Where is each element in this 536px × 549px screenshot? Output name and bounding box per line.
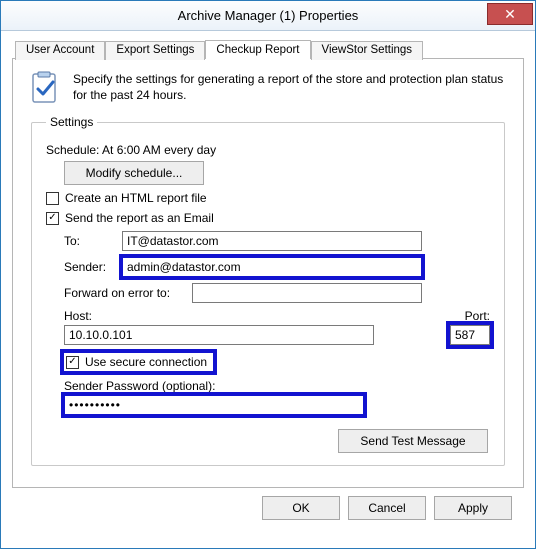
send-email-label: Send the report as an Email: [65, 211, 214, 225]
host-field[interactable]: [64, 325, 374, 345]
send-test-button[interactable]: Send Test Message: [338, 429, 488, 453]
intro-row: Specify the settings for generating a re…: [29, 71, 507, 105]
sender-field[interactable]: [122, 257, 422, 277]
to-label: To:: [64, 234, 122, 248]
settings-group: Settings Schedule: At 6:00 AM every day …: [31, 115, 505, 466]
tabstrip: User Account Export Settings Checkup Rep…: [15, 39, 524, 58]
secure-connection-checkbox[interactable]: ✓: [66, 356, 79, 369]
cancel-button[interactable]: Cancel: [348, 496, 426, 520]
intro-text: Specify the settings for generating a re…: [73, 71, 507, 105]
forward-field[interactable]: [192, 283, 422, 303]
port-field[interactable]: [450, 325, 490, 345]
password-field[interactable]: [64, 395, 364, 415]
forward-label: Forward on error to:: [64, 286, 192, 300]
modify-schedule-button[interactable]: Modify schedule...: [64, 161, 204, 185]
apply-button[interactable]: Apply: [434, 496, 512, 520]
html-report-label: Create an HTML report file: [65, 191, 207, 205]
tab-checkup-report[interactable]: Checkup Report: [205, 40, 310, 59]
report-icon: [29, 71, 63, 105]
settings-legend: Settings: [46, 115, 97, 129]
tab-export-settings[interactable]: Export Settings: [105, 41, 205, 60]
titlebar: Archive Manager (1) Properties ✕: [1, 1, 535, 31]
sender-label: Sender:: [64, 260, 122, 274]
send-email-checkbox[interactable]: ✓: [46, 212, 59, 225]
to-field[interactable]: [122, 231, 422, 251]
host-label: Host:: [64, 309, 424, 323]
schedule-label: Schedule: At 6:00 AM every day: [46, 143, 490, 157]
window-title: Archive Manager (1) Properties: [1, 8, 535, 23]
close-icon: ✕: [504, 7, 516, 21]
close-button[interactable]: ✕: [487, 3, 533, 25]
tabpanel-checkup-report: Specify the settings for generating a re…: [12, 58, 524, 488]
properties-dialog: Archive Manager (1) Properties ✕ User Ac…: [0, 0, 536, 549]
password-label: Sender Password (optional):: [64, 379, 490, 393]
port-label: Port:: [465, 309, 490, 323]
tab-viewstor-settings[interactable]: ViewStor Settings: [311, 41, 424, 60]
tab-user-account[interactable]: User Account: [15, 41, 105, 60]
secure-connection-label: Use secure connection: [85, 355, 207, 369]
ok-button[interactable]: OK: [262, 496, 340, 520]
dialog-buttons: OK Cancel Apply: [12, 488, 524, 520]
html-report-checkbox[interactable]: [46, 192, 59, 205]
